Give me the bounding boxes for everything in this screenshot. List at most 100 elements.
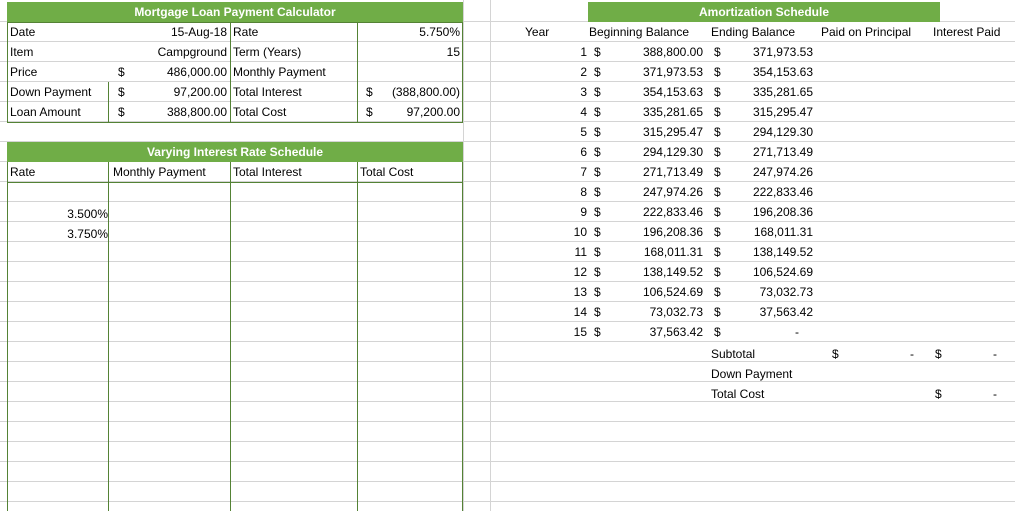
value-term[interactable]: 15 — [357, 42, 463, 62]
currency-symbol: $ — [714, 165, 721, 179]
year-cell[interactable]: 8 — [522, 182, 590, 202]
label-item: Item — [10, 45, 34, 59]
currency-symbol: $ — [832, 347, 839, 361]
currency-symbol: $ — [714, 105, 721, 119]
beginning-balance-cell[interactable]: 73,032.73 — [606, 302, 706, 322]
ending-balance-cell[interactable]: 294,129.30 — [726, 122, 816, 142]
value-item[interactable]: Campground — [108, 42, 230, 62]
year-cell[interactable]: 9 — [522, 202, 590, 222]
currency-symbol: $ — [714, 305, 721, 319]
currency-symbol: $ — [714, 285, 721, 299]
total-cost-label: Total Cost — [711, 387, 765, 401]
value-price[interactable]: 486,000.00 — [130, 62, 230, 82]
currency-symbol: $ — [935, 347, 942, 361]
currency-symbol: $ — [714, 185, 721, 199]
value-rate[interactable]: 5.750% — [357, 22, 463, 42]
beginning-balance-cell[interactable]: 335,281.65 — [606, 102, 706, 122]
value-monthly-payment[interactable] — [357, 62, 463, 82]
subtotal-principal[interactable]: - — [845, 344, 917, 364]
total-cost-value[interactable]: - — [948, 384, 1000, 404]
year-cell[interactable]: 6 — [522, 142, 590, 162]
ending-balance-cell[interactable]: - — [726, 322, 802, 342]
ending-balance-cell[interactable]: 335,281.65 — [726, 82, 816, 102]
year-cell[interactable]: 4 — [522, 102, 590, 122]
header-paid-on-principal: Paid on Principal — [821, 25, 912, 39]
beginning-balance-cell[interactable]: 247,974.26 — [606, 182, 706, 202]
rate-cell[interactable]: 3.500% — [7, 204, 111, 224]
label-total-cost: Total Cost — [233, 105, 287, 119]
beginning-balance-cell[interactable]: 222,833.46 — [606, 202, 706, 222]
year-cell[interactable]: 11 — [522, 242, 590, 262]
label-term: Term (Years) — [233, 45, 302, 59]
ending-balance-cell[interactable]: 354,153.63 — [726, 62, 816, 82]
ending-balance-cell[interactable]: 247,974.26 — [726, 162, 816, 182]
year-cell[interactable]: 12 — [522, 262, 590, 282]
currency-symbol: $ — [594, 245, 601, 259]
year-cell[interactable]: 14 — [522, 302, 590, 322]
year-cell[interactable]: 7 — [522, 162, 590, 182]
ending-balance-cell[interactable]: 371,973.53 — [726, 42, 816, 62]
ending-balance-cell[interactable]: 196,208.36 — [726, 202, 816, 222]
beginning-balance-cell[interactable]: 354,153.63 — [606, 82, 706, 102]
beginning-balance-cell[interactable]: 168,011.31 — [606, 242, 706, 262]
beginning-balance-cell[interactable]: 106,524.69 — [606, 282, 706, 302]
ending-balance-cell[interactable]: 73,032.73 — [726, 282, 816, 302]
ending-balance-cell[interactable]: 106,524.69 — [726, 262, 816, 282]
currency-symbol: $ — [594, 265, 601, 279]
value-total-cost[interactable]: 97,200.00 — [376, 102, 463, 122]
currency-symbol: $ — [594, 325, 601, 339]
label-total-interest: Total Interest — [233, 85, 302, 99]
subtotal-interest[interactable]: - — [948, 344, 1000, 364]
year-cell[interactable]: 5 — [522, 122, 590, 142]
calculator-title: Mortgage Loan Payment Calculator — [7, 2, 463, 22]
beginning-balance-cell[interactable]: 315,295.47 — [606, 122, 706, 142]
label-date: Date — [10, 25, 36, 39]
beginning-balance-cell[interactable]: 196,208.36 — [606, 222, 706, 242]
year-cell[interactable]: 2 — [522, 62, 590, 82]
value-total-interest[interactable]: (388,800.00) — [376, 82, 463, 102]
year-cell[interactable]: 10 — [522, 222, 590, 242]
currency-symbol: $ — [714, 325, 721, 339]
currency-symbol: $ — [594, 85, 601, 99]
currency-symbol: $ — [714, 205, 721, 219]
currency-symbol: $ — [594, 65, 601, 79]
currency-symbol: $ — [594, 185, 601, 199]
beginning-balance-cell[interactable]: 271,713.49 — [606, 162, 706, 182]
ending-balance-cell[interactable]: 315,295.47 — [726, 102, 816, 122]
down-payment-label: Down Payment — [711, 367, 793, 381]
value-date[interactable]: 15-Aug-18 — [108, 22, 230, 42]
header-ending-balance: Ending Balance — [711, 25, 796, 39]
currency-symbol: $ — [714, 265, 721, 279]
year-cell[interactable]: 1 — [522, 42, 590, 62]
ending-balance-cell[interactable]: 271,713.49 — [726, 142, 816, 162]
currency-symbol: $ — [118, 65, 125, 79]
beginning-balance-cell[interactable]: 294,129.30 — [606, 142, 706, 162]
currency-symbol: $ — [594, 165, 601, 179]
ending-balance-cell[interactable]: 37,563.42 — [726, 302, 816, 322]
label-monthly-payment: Monthly Payment — [233, 65, 326, 79]
currency-symbol: $ — [594, 105, 601, 119]
value-down-payment[interactable]: 97,200.00 — [130, 82, 230, 102]
currency-symbol: $ — [594, 145, 601, 159]
year-cell[interactable]: 15 — [522, 322, 590, 342]
beginning-balance-cell[interactable]: 388,800.00 — [606, 42, 706, 62]
label-price: Price — [10, 65, 38, 79]
spreadsheet-grid[interactable]: Mortgage Loan Payment Calculator Date It… — [0, 0, 1015, 511]
ending-balance-cell[interactable]: 168,011.31 — [726, 222, 816, 242]
currency-symbol: $ — [714, 45, 721, 59]
currency-symbol: $ — [714, 85, 721, 99]
ending-balance-cell[interactable]: 222,833.46 — [726, 182, 816, 202]
year-cell[interactable]: 3 — [522, 82, 590, 102]
currency-symbol: $ — [714, 65, 721, 79]
beginning-balance-cell[interactable]: 138,149.52 — [606, 262, 706, 282]
beginning-balance-cell[interactable]: 371,973.53 — [606, 62, 706, 82]
currency-symbol: $ — [366, 85, 373, 99]
value-loan-amount[interactable]: 388,800.00 — [130, 102, 230, 122]
ending-balance-cell[interactable]: 138,149.52 — [726, 242, 816, 262]
currency-symbol: $ — [594, 305, 601, 319]
header-year: Year — [525, 25, 550, 39]
year-cell[interactable]: 13 — [522, 282, 590, 302]
rate-cell[interactable]: 3.750% — [7, 224, 111, 244]
beginning-balance-cell[interactable]: 37,563.42 — [606, 322, 706, 342]
header-monthly-payment: Monthly Payment — [113, 165, 206, 179]
